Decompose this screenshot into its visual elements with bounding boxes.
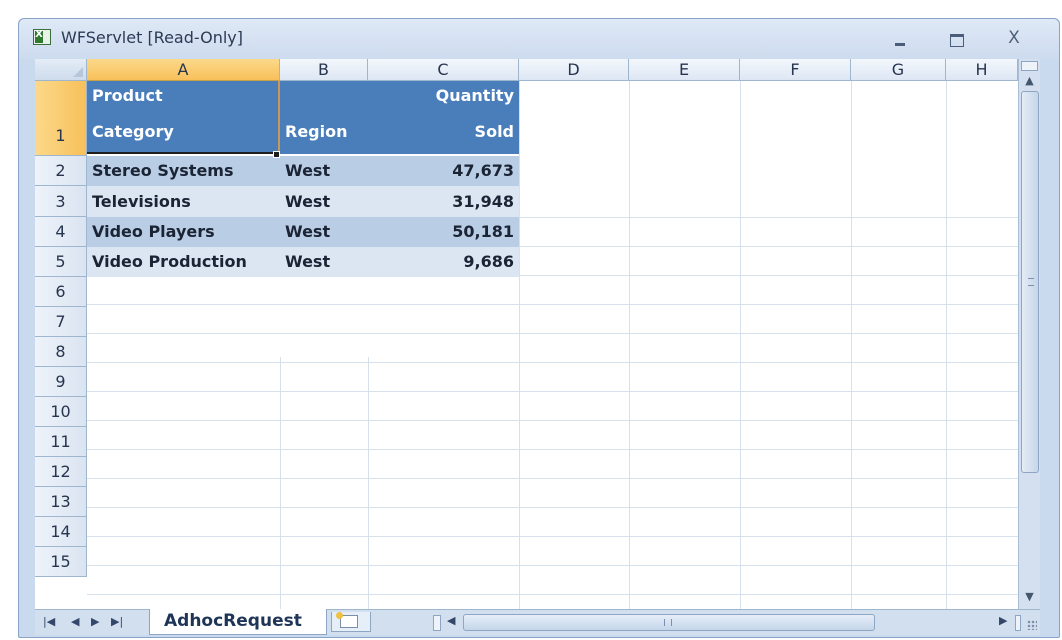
resize-grip-icon[interactable]: [1027, 620, 1037, 630]
title-bar[interactable]: WFServlet [Read-Only] X: [19, 19, 1059, 59]
row-gridline: [87, 507, 1018, 508]
row-header-5[interactable]: 5: [35, 247, 87, 277]
horizontal-scroll-thumb[interactable]: [463, 614, 875, 631]
window-title: WFServlet [Read-Only]: [61, 28, 243, 47]
first-sheet-icon[interactable]: |◀: [43, 613, 55, 631]
fill-handle[interactable]: [273, 151, 280, 158]
row-header-11[interactable]: 11: [35, 427, 87, 457]
excel-window: WFServlet [Read-Only] X Product Category: [18, 18, 1060, 638]
excel-icon[interactable]: [33, 29, 51, 45]
column-header-f[interactable]: F: [740, 59, 851, 81]
column-header-b[interactable]: B: [280, 59, 368, 81]
row-header-14[interactable]: 14: [35, 517, 87, 547]
header-cell-region[interactable]: Region: [280, 81, 368, 154]
header-sold-line: Sold: [474, 122, 514, 141]
previous-sheet-icon[interactable]: ◀: [71, 613, 79, 631]
row-header-4[interactable]: 4: [35, 217, 87, 247]
cell-region[interactable]: West: [280, 247, 368, 277]
row-gridline: [87, 420, 1018, 421]
split-box[interactable]: [1021, 61, 1038, 71]
row-header-3[interactable]: 3: [35, 186, 87, 217]
row-gridline: [87, 333, 1018, 334]
scroll-right-arrow-icon[interactable]: ▶: [999, 614, 1007, 627]
row-header-15[interactable]: 15: [35, 547, 87, 577]
row-gridline: [87, 362, 1018, 363]
tab-split-box[interactable]: [433, 615, 441, 631]
horizontal-split-box[interactable]: [1015, 615, 1021, 631]
col-gridline: [519, 81, 520, 609]
cell-region[interactable]: West: [280, 217, 368, 247]
last-sheet-icon[interactable]: ▶|: [111, 613, 123, 631]
next-sheet-icon[interactable]: ▶: [91, 613, 99, 631]
cell-quantity[interactable]: 31,948: [368, 186, 519, 217]
col-gridline: [946, 81, 947, 609]
cell-category[interactable]: Video Players: [87, 217, 280, 247]
row-header-12[interactable]: 12: [35, 457, 87, 487]
grip-icon: [1028, 278, 1034, 286]
minimize-button[interactable]: [883, 25, 917, 51]
column-header-a[interactable]: A: [87, 59, 280, 81]
row-gridline: [87, 304, 1018, 305]
scroll-left-arrow-icon[interactable]: ◀: [447, 614, 455, 627]
row-gridline: [87, 391, 1018, 392]
maximize-button[interactable]: [939, 25, 973, 51]
col-gridline: [740, 81, 741, 609]
row-gridline: [87, 565, 1018, 566]
column-header-h[interactable]: H: [946, 59, 1018, 81]
row-header-10[interactable]: 10: [35, 397, 87, 427]
cell-quantity[interactable]: 50,181: [368, 217, 519, 247]
row-gridline: [87, 594, 1018, 595]
row-header-13[interactable]: 13: [35, 487, 87, 517]
worksheet-grid[interactable]: Product Category Region Quantity Sold St…: [35, 59, 1018, 609]
row-gridline: [87, 536, 1018, 537]
header-quantity-line: Quantity: [435, 86, 514, 105]
header-region-line: Region: [285, 122, 348, 141]
cell-quantity[interactable]: 47,673: [368, 156, 519, 186]
cell-category[interactable]: Televisions: [87, 186, 280, 217]
new-sheet-icon: [336, 612, 358, 628]
col-gridline: [368, 357, 369, 609]
sheet-tab-bar: |◀ ◀ ▶ ▶| AdhocRequest ◀ ▶: [35, 609, 1040, 635]
grip-icon: [664, 619, 672, 626]
row-header-7[interactable]: 7: [35, 307, 87, 337]
column-header-c[interactable]: C: [368, 59, 519, 81]
row-header-6[interactable]: 6: [35, 277, 87, 307]
vertical-scrollbar[interactable]: ▲ ▼: [1018, 59, 1040, 609]
cell-region[interactable]: West: [280, 156, 368, 186]
row-header-9[interactable]: 9: [35, 367, 87, 397]
select-all-button[interactable]: [35, 59, 87, 81]
scroll-up-arrow-icon[interactable]: ▲: [1021, 73, 1038, 89]
cell-quantity[interactable]: 9,686: [368, 247, 519, 277]
row-header-1[interactable]: 1: [35, 81, 87, 156]
col-gridline: [851, 81, 852, 609]
col-gridline: [629, 81, 630, 609]
cell-category[interactable]: Stereo Systems: [87, 156, 280, 186]
cell-region[interactable]: West: [280, 186, 368, 217]
column-header-e[interactable]: E: [629, 59, 740, 81]
column-header-d[interactable]: D: [519, 59, 629, 81]
row-gridline: [87, 449, 1018, 450]
vertical-scroll-thumb[interactable]: [1021, 91, 1039, 473]
header-cell-quantity-sold[interactable]: Quantity Sold: [368, 81, 519, 154]
scroll-down-arrow-icon[interactable]: ▼: [1021, 589, 1038, 605]
col-gridline: [280, 357, 281, 609]
active-cell-border: [87, 81, 280, 154]
column-header-g[interactable]: G: [851, 59, 946, 81]
close-button[interactable]: X: [997, 25, 1031, 51]
row-header-2[interactable]: 2: [35, 156, 87, 186]
insert-worksheet-button[interactable]: [331, 612, 371, 632]
row-gridline: [87, 478, 1018, 479]
sheet-tab-adhocrequest[interactable]: AdhocRequest: [149, 609, 327, 635]
cell-category[interactable]: Video Production: [87, 247, 280, 277]
row-header-8[interactable]: 8: [35, 337, 87, 367]
